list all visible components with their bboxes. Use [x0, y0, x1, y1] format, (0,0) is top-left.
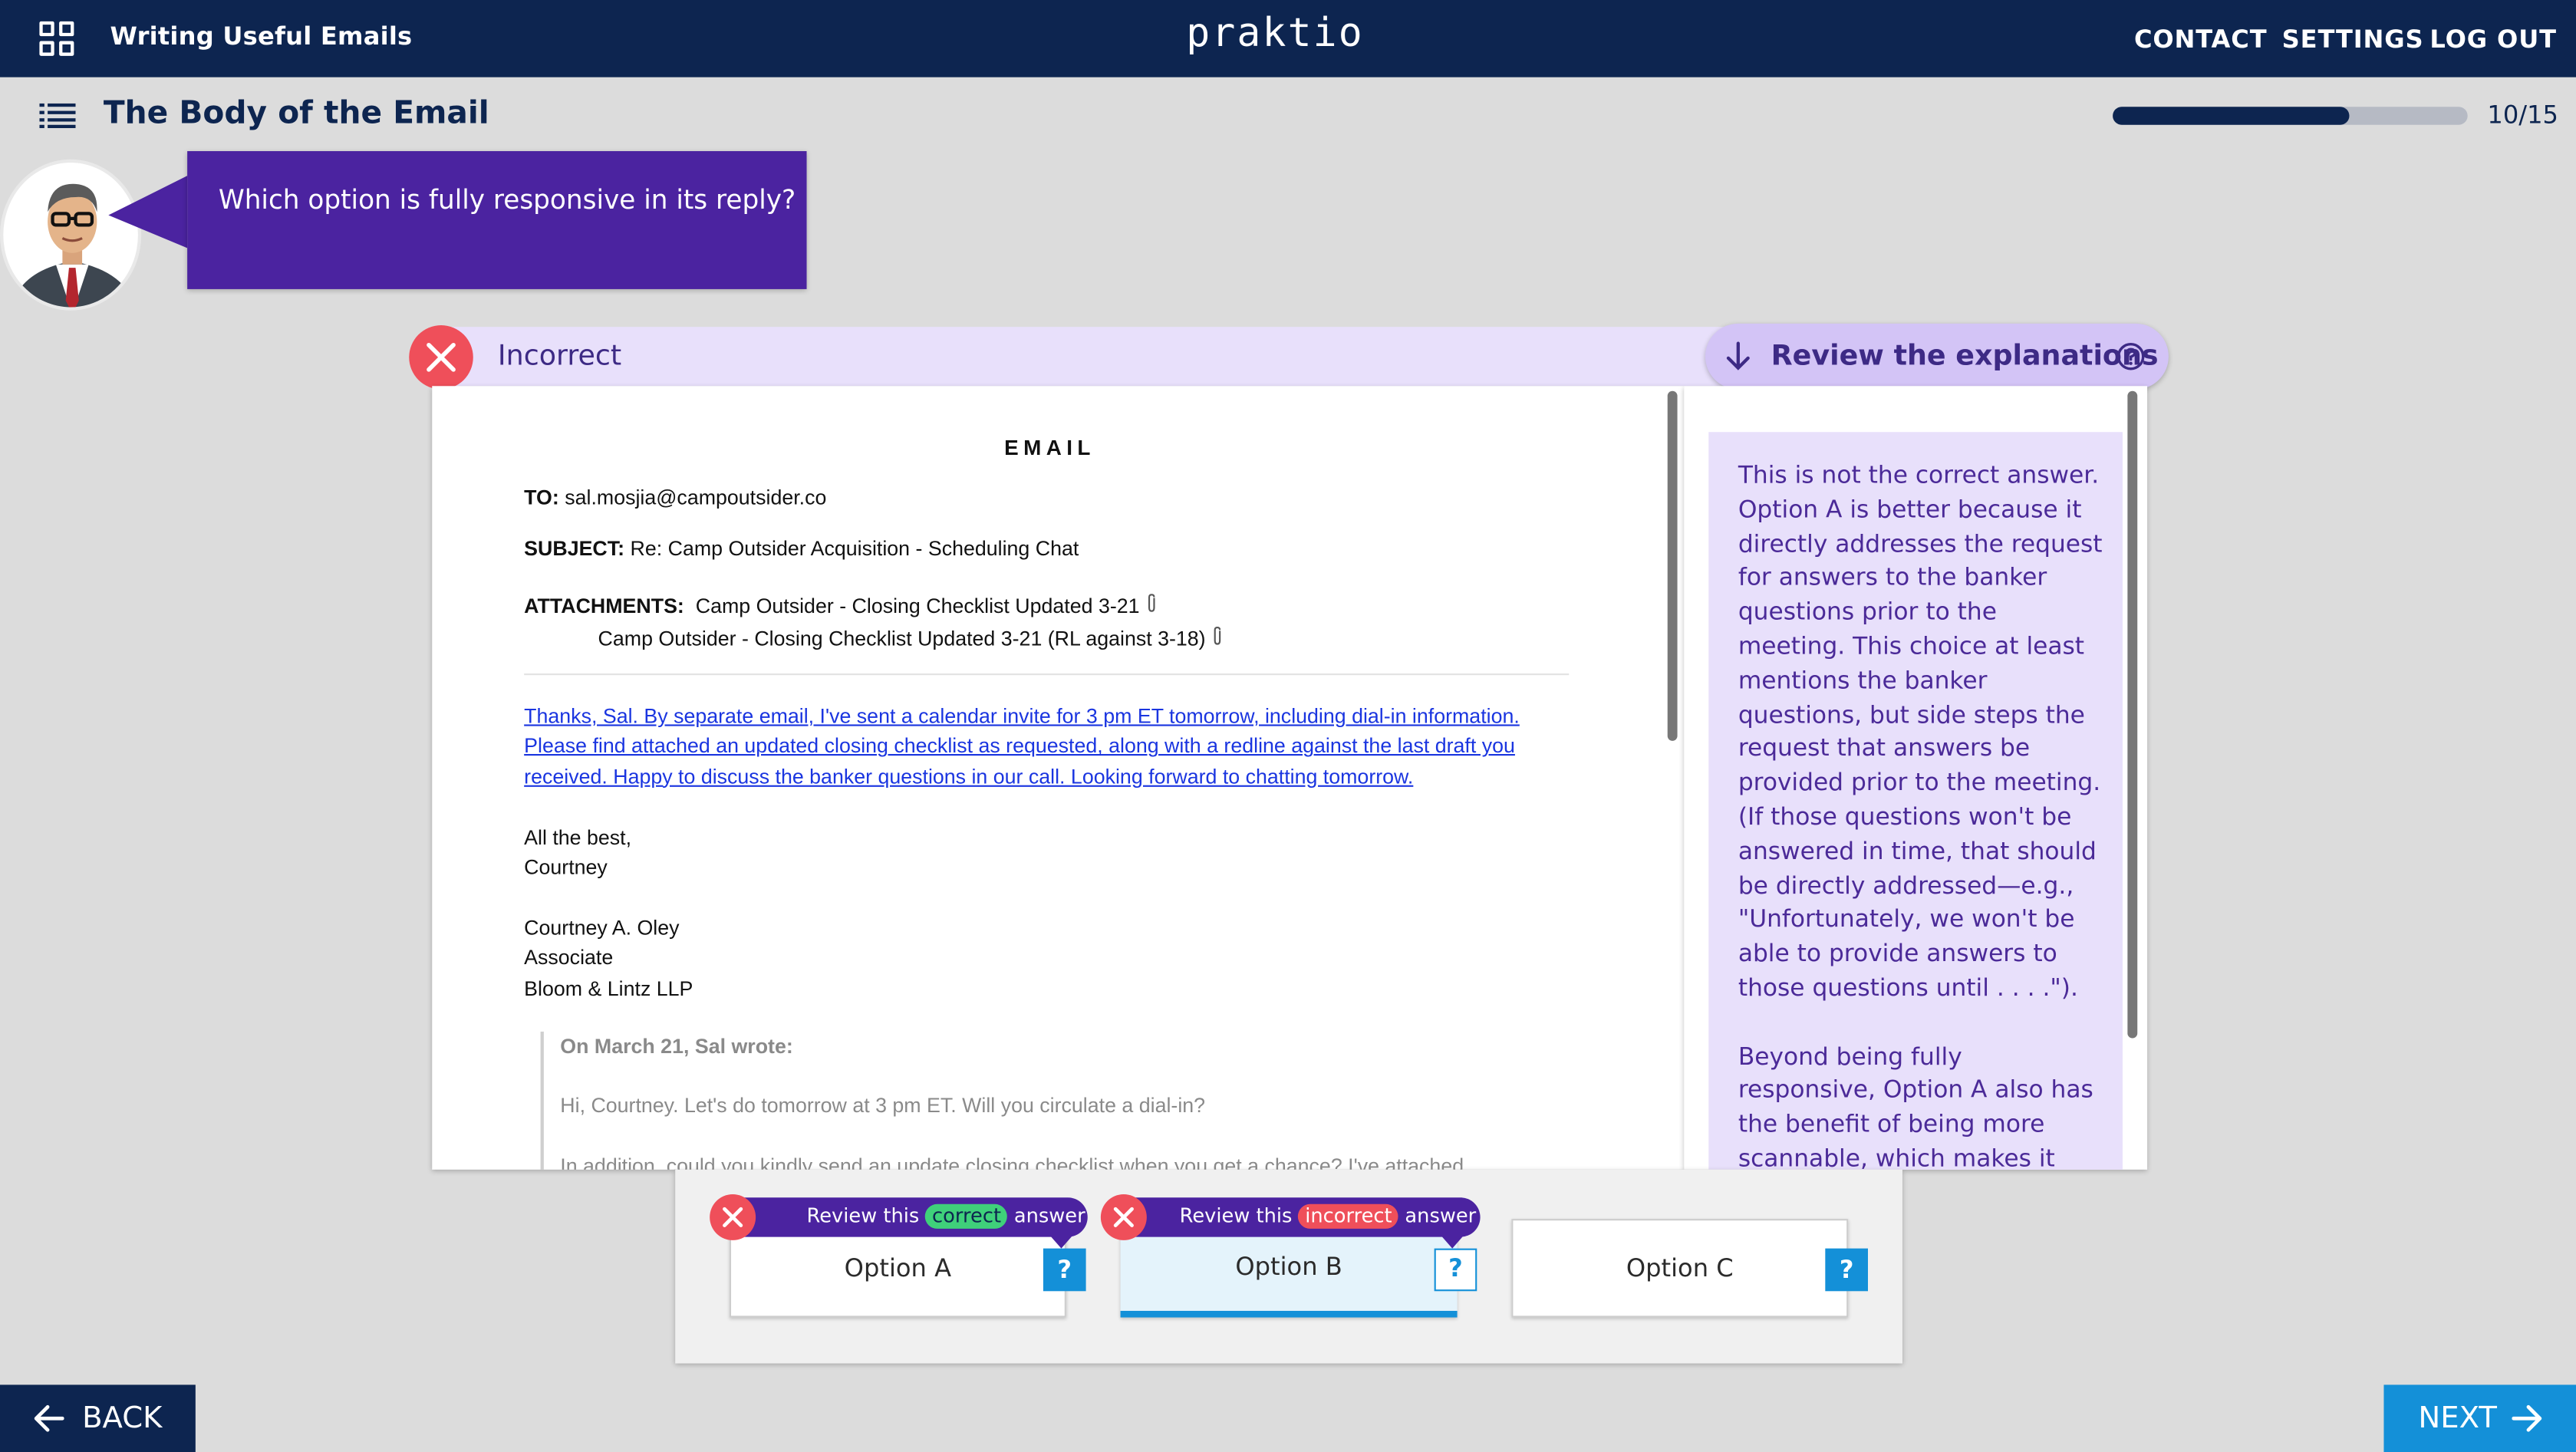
quoted-line: Hi, Courtney. Let's do tomorrow at 3 pm … [560, 1094, 1206, 1118]
review-explanations-button[interactable]: Review the explanations [1705, 323, 2169, 390]
explanation-text: This is not the correct answer. Option A… [1738, 460, 2103, 1170]
email-signoff: All the best, Courtney [524, 823, 631, 883]
next-label: NEXT [2418, 1401, 2497, 1436]
email-body-line: Thanks, Sal. By separate email, I've sen… [524, 704, 1520, 728]
email-subject-value: Re: Camp Outsider Acquisition - Scheduli… [630, 537, 1079, 561]
email-attachment-2-row: Camp Outsider - Closing Checklist Update… [598, 626, 1225, 650]
email-to-label: TO: [524, 486, 559, 509]
email-subject-label: SUBJECT: [524, 537, 625, 561]
next-button[interactable]: NEXT [2383, 1385, 2576, 1452]
speech-bubble-tail [108, 176, 188, 249]
option-c-button[interactable]: Option C [1511, 1219, 1849, 1318]
contact-link[interactable]: CONTACT [2134, 25, 2268, 54]
email-to-row: TO: sal.mosjia@campoutsider.co [524, 486, 826, 509]
review-correct-pill[interactable]: Review this correct answer [720, 1197, 1088, 1237]
paperclip-icon [1214, 627, 1221, 645]
log-out-link[interactable]: LOG OUT [2429, 25, 2557, 54]
email-scrollbar[interactable] [1667, 390, 1678, 741]
explanation-paragraph: Beyond being fully responsive, Option A … [1738, 1042, 2093, 1170]
signature-title: Associate [524, 947, 614, 970]
explanation-scrollbar[interactable] [2127, 390, 2138, 1039]
progress-bar [2113, 107, 2468, 125]
review-explanations-label: Review the explanations [1771, 340, 2159, 374]
settings-link[interactable]: SETTINGS [2282, 25, 2424, 54]
email-attachments-label: ATTACHMENTS: [524, 594, 684, 618]
course-menu-grid-icon[interactable] [39, 21, 74, 56]
paperclip-icon [1148, 594, 1155, 612]
pill-pointer [1049, 1235, 1073, 1249]
lesson-menu-icon[interactable] [39, 102, 76, 129]
email-panel[interactable]: EMAIL TO: sal.mosjia@campoutsider.co SUB… [432, 386, 1685, 1170]
signoff-line: All the best, [524, 826, 632, 850]
top-bar: Writing Useful Emails praktio CONTACT SE… [0, 0, 2576, 77]
option-a-help-button[interactable]: ? [1043, 1248, 1086, 1292]
help-circle-icon[interactable] [2116, 341, 2146, 371]
email-body-line: received. Happy to discuss the banker qu… [524, 765, 1414, 789]
correct-tag: correct [925, 1203, 1008, 1229]
question-bubble: Which option is fully responsive in its … [187, 151, 807, 289]
pill-pointer [1441, 1235, 1464, 1249]
email-body-line: Please find attached an updated closing … [524, 734, 1515, 758]
explanation-paragraph: This is not the correct answer. Option A… [1738, 461, 2103, 1003]
progress-count: 10/15 [2487, 100, 2558, 130]
option-label: Option B [1235, 1251, 1342, 1282]
email-attachments-row: ATTACHMENTS: Camp Outsider - Closing Che… [524, 593, 1158, 617]
review-incorrect-pill[interactable]: Review this incorrect answer [1110, 1197, 1481, 1237]
option-label: Option C [1626, 1253, 1734, 1283]
incorrect-x-icon [409, 325, 473, 390]
quoted-line: In addition, could you kindly send an up… [560, 1154, 1464, 1170]
progress-bar-fill [2113, 107, 2350, 125]
arrow-down-icon [1726, 341, 1750, 370]
review-incorrect-text: Review this incorrect answer [1180, 1203, 1476, 1229]
signature-firm: Bloom & Lintz LLP [524, 976, 693, 1000]
email-heading: EMAIL [1004, 435, 1095, 460]
lesson-title: The Body of the Email [103, 95, 489, 132]
incorrect-x-icon [1100, 1194, 1147, 1240]
email-signature: Courtney A. Oley Associate Bloom & Lintz… [524, 914, 693, 1004]
result-label: Incorrect [497, 340, 622, 374]
brand-logo: praktio [1186, 9, 1364, 56]
attachment-2[interactable]: Camp Outsider - Closing Checklist Update… [598, 627, 1206, 650]
option-label: Option A [844, 1253, 952, 1283]
email-body: Thanks, Sal. By separate email, I've sen… [524, 701, 1592, 792]
quote-bar [540, 1031, 544, 1170]
arrow-right-icon [2512, 1404, 2542, 1432]
arrow-left-icon [34, 1404, 64, 1432]
option-b-help-button[interactable]: ? [1434, 1248, 1477, 1292]
email-divider [524, 673, 1570, 676]
email-subject-row: SUBJECT: Re: Camp Outsider Acquisition -… [524, 537, 1079, 560]
attachment-1[interactable]: Camp Outsider - Closing Checklist Update… [696, 594, 1140, 617]
question-text: Which option is fully responsive in its … [218, 183, 796, 216]
incorrect-tag: incorrect [1298, 1203, 1399, 1229]
option-c-help-button[interactable]: ? [1825, 1248, 1868, 1292]
back-label: BACK [82, 1401, 163, 1436]
quoted-header: On March 21, Sal wrote: [560, 1035, 793, 1059]
email-to-value: sal.mosjia@campoutsider.co [565, 486, 827, 509]
back-button[interactable]: BACK [0, 1385, 196, 1452]
signoff-name: Courtney [524, 856, 608, 880]
explanation-box: This is not the correct answer. Option A… [1708, 432, 2123, 1170]
review-correct-text: Review this correct answer [807, 1203, 1085, 1229]
explanation-panel[interactable]: This is not the correct answer. Option A… [1684, 386, 2148, 1170]
incorrect-x-icon [710, 1194, 756, 1240]
signature-name: Courtney A. Oley [524, 917, 680, 940]
course-title: Writing Useful Emails [110, 21, 413, 51]
